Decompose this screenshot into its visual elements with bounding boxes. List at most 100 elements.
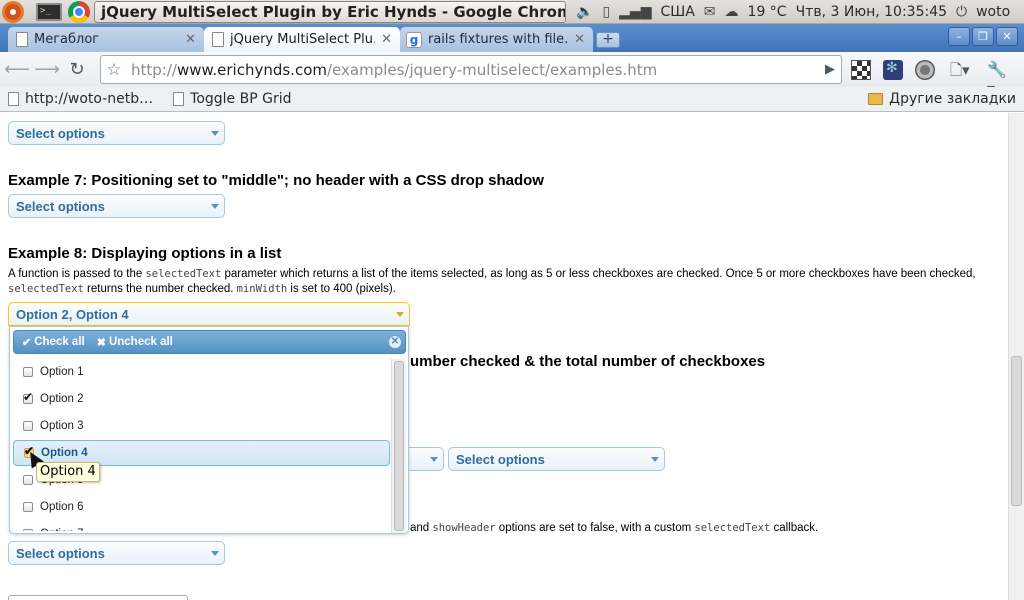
restore-button[interactable]: ❐ <box>972 27 994 46</box>
option-label: Option 7 <box>40 528 83 531</box>
option-item[interactable]: Option 2 <box>13 386 390 412</box>
tab-label: Мегаблог <box>34 32 100 47</box>
option-checkbox[interactable] <box>23 367 33 377</box>
other-bookmarks[interactable]: Другие закладки <box>868 91 1016 107</box>
option-checkbox[interactable] <box>23 529 33 531</box>
dropdown-arrow-icon <box>211 551 219 556</box>
option-checkbox[interactable] <box>23 421 33 431</box>
ubuntu-menu-icon[interactable] <box>2 0 24 23</box>
multiselect-example9-b[interactable]: Select options <box>448 447 665 471</box>
option-item[interactable]: Option 6 <box>13 494 390 520</box>
extension-puzzle-icon[interactable] <box>883 60 903 80</box>
keyboard-layout[interactable]: США <box>660 4 694 20</box>
multiselect-menu: ✔Check all ✖Uncheck all ✕ Option 1 Option… <box>9 326 409 534</box>
window-list-button[interactable]: jQuery MultiSelect Plugin by Eric Hynds … <box>94 0 566 23</box>
example9-title: umber checked & the total number of chec… <box>410 353 766 370</box>
tab-jquery-multiselect[interactable]: jQuery MultiSelect Plu… ✕ <box>204 27 400 52</box>
dropdown-arrow-icon <box>430 457 438 462</box>
system-top-panel: >_ jQuery MultiSelect Plugin by Eric Hyn… <box>0 0 1024 24</box>
tab-megablog[interactable]: Мегаблог ✕ <box>8 27 204 52</box>
next-example-box <box>8 595 188 600</box>
weather-temp[interactable]: 19 °C <box>748 4 787 20</box>
weather-icon[interactable]: ☁ <box>725 4 739 20</box>
option-item[interactable]: Option 7 <box>13 521 390 531</box>
system-tray: 🔈 ▯ ▂▄▆ США ✉ ☁ 19 °C Чтв, 3 Июн, 10:35:… <box>576 4 1010 20</box>
dropdown-arrow-icon <box>396 312 404 317</box>
close-window-button[interactable]: ✕ <box>996 27 1018 46</box>
page-icon <box>16 32 28 47</box>
check-icon: ✔ <box>22 336 32 349</box>
go-arrow-icon[interactable]: ▶ <box>825 62 835 77</box>
menu-close-icon[interactable]: ✕ <box>388 335 402 349</box>
bookmark-toggle-bp-grid[interactable]: Toggle BP Grid <box>173 91 291 107</box>
bookmark-woto-netb[interactable]: http://woto-netb… <box>8 91 153 107</box>
forward-button[interactable]: ⟶ <box>34 57 60 83</box>
chrome-launcher-icon[interactable] <box>68 0 90 23</box>
wrench-menu-icon[interactable]: 🔧▾ <box>987 60 1007 98</box>
option-label: Option 2 <box>40 393 84 405</box>
battery-icon[interactable]: ▯ <box>602 4 610 20</box>
tab-close-icon[interactable]: ✕ <box>574 32 585 47</box>
close-icon: ✖ <box>96 336 106 349</box>
extension-gear-icon[interactable] <box>915 60 935 80</box>
page-icon <box>212 32 224 47</box>
address-bar[interactable]: ☆ http://www.erichynds.com/examples/jque… <box>100 55 842 84</box>
mail-icon[interactable]: ✉ <box>704 4 716 20</box>
extension-checker-icon[interactable] <box>851 60 871 80</box>
scrollbar-thumb[interactable] <box>394 361 404 531</box>
tab-close-icon[interactable]: ✕ <box>381 32 392 47</box>
option-label: Option 3 <box>40 420 84 432</box>
browser-toolbar: ⟵ ⟶ ↻ ☆ http://www.erichynds.com/example… <box>0 52 1024 98</box>
options-scrollbar[interactable] <box>391 359 406 533</box>
options-list: Option 1Option 2Option 3Option 4Option 5… <box>13 359 390 531</box>
option-checkbox[interactable] <box>23 502 33 512</box>
folder-icon <box>868 93 884 105</box>
browser-tab-strip: Мегаблог ✕ jQuery MultiSelect Plu… ✕ g r… <box>0 24 1024 52</box>
multiselect-example6[interactable]: Select options <box>8 121 225 145</box>
example7-title: Example 7: Positioning set to "middle"; … <box>8 172 544 189</box>
reload-button[interactable]: ↻ <box>64 57 90 83</box>
tooltip: Option 4 <box>36 462 100 482</box>
option-checkbox[interactable] <box>23 390 33 404</box>
url-text[interactable]: http://www.erichynds.com/examples/jquery… <box>127 61 657 79</box>
volume-icon[interactable]: 🔈 <box>576 4 593 20</box>
user-name[interactable]: woto <box>976 4 1010 20</box>
page-scrollbar[interactable] <box>1008 113 1024 600</box>
multiselect-header: ✔ Check all ✖ Uncheck all ✕ <box>13 330 406 354</box>
signal-icon[interactable]: ▂▄▆ <box>619 4 651 20</box>
bookmark-star-icon[interactable]: ☆ <box>101 60 127 80</box>
page-content: Select options Example 7: Positioning se… <box>0 113 1008 600</box>
example8-description: A function is passed to the selectedText… <box>8 268 976 295</box>
window-title: jQuery MultiSelect Plugin by Eric Hynds … <box>101 2 566 21</box>
option-item[interactable]: Option 3 <box>13 413 390 439</box>
power-icon[interactable]: ⏻ <box>956 4 967 20</box>
example10-description: and showHeader options are set to false,… <box>410 522 819 534</box>
terminal-launcher-icon[interactable]: >_ <box>36 2 62 21</box>
bookmarks-bar: http://woto-netb… Toggle BP Grid Другие … <box>0 87 1024 112</box>
google-favicon-icon: g <box>406 31 422 48</box>
tab-rails-fixtures[interactable]: g rails fixtures with file… ✕ <box>400 27 593 52</box>
dropdown-arrow-icon <box>211 204 219 209</box>
dropdown-arrow-icon <box>211 131 219 136</box>
page-menu-icon[interactable]: 🗋▾ <box>950 60 970 80</box>
option-item[interactable]: Option 1 <box>13 359 390 385</box>
page-icon <box>8 92 19 106</box>
uncheck-all-link[interactable]: ✖ Uncheck all <box>97 336 173 349</box>
multiselect-example7[interactable]: Select options <box>8 194 225 218</box>
option-label: Option 4 <box>41 447 88 459</box>
tab-close-icon[interactable]: ✕ <box>185 32 196 47</box>
option-checkbox[interactable] <box>23 475 33 485</box>
back-button[interactable]: ⟵ <box>4 57 30 83</box>
tab-label: rails fixtures with file… <box>428 32 569 47</box>
new-tab-button[interactable]: + <box>596 32 620 48</box>
multiselect-example8[interactable]: Option 2, Option 4 <box>8 302 410 326</box>
window-controls: – ❐ ✕ <box>948 27 1018 46</box>
scrollbar-thumb[interactable] <box>1011 356 1022 506</box>
check-all-link[interactable]: ✔ Check all <box>22 336 85 349</box>
minimize-button[interactable]: – <box>948 27 970 46</box>
multiselect-example10[interactable]: Select options <box>8 541 225 565</box>
example8-title: Example 8: Displaying options in a list <box>8 245 282 262</box>
clock[interactable]: Чтв, 3 Июн, 10:35:45 <box>796 4 947 20</box>
dropdown-arrow-icon <box>651 457 659 462</box>
option-label: Option 6 <box>40 501 84 513</box>
